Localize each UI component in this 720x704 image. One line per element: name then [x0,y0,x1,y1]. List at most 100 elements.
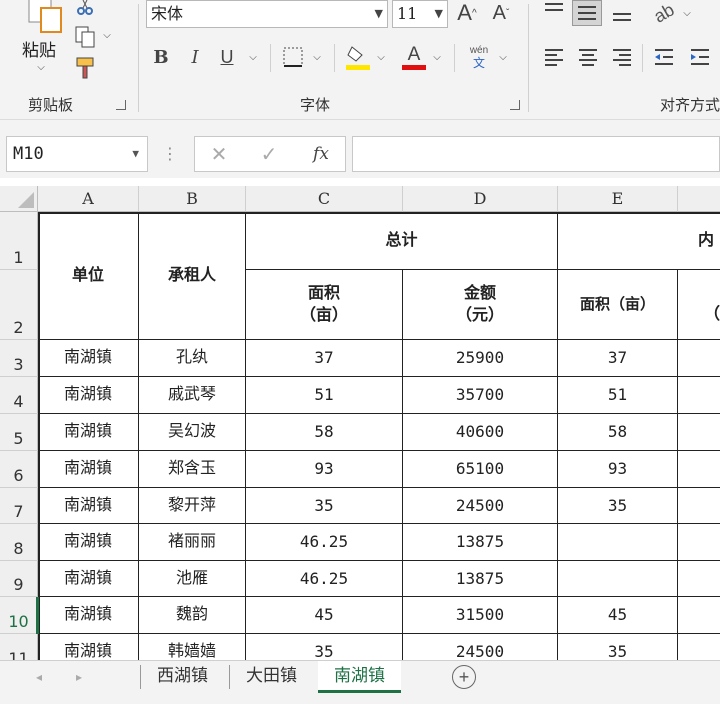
cell-amount[interactable]: 13875 [403,561,558,597]
cell-lessee[interactable]: 孔纨 [139,340,246,377]
header-amount[interactable]: 金额 （元） [403,270,558,340]
cell-area[interactable]: 35 [246,634,403,660]
chevron-down-icon[interactable]: ⌵ [310,50,324,64]
cell-area-e[interactable]: 58 [558,414,678,451]
row-header[interactable]: 5 [0,414,38,451]
cell-lessee[interactable]: 吴幻波 [139,414,246,451]
cell-area[interactable]: 35 [246,488,403,524]
cell-amount[interactable]: 24500 [403,488,558,524]
cell-area[interactable]: 46.25 [246,561,403,597]
cell-unit[interactable]: 南湖镇 [38,524,139,561]
header-area-e[interactable]: 面积（亩） [558,270,678,340]
cell-area-e[interactable]: 93 [558,451,678,488]
decrease-indent-icon[interactable] [650,44,678,70]
header-partial[interactable]: 内 [558,212,720,270]
align-center-icon[interactable] [574,44,602,70]
cell-unit[interactable]: 南湖镇 [38,561,139,597]
cell-amount[interactable]: 65100 [403,451,558,488]
cell-area[interactable]: 37 [246,340,403,377]
borders-icon[interactable] [280,44,306,70]
cell-area-e[interactable] [558,561,678,597]
font-color-icon[interactable]: A [400,42,428,72]
cell-area[interactable]: 51 [246,377,403,414]
fill-color-icon[interactable] [344,42,372,72]
insert-function-icon[interactable]: fx [307,141,335,167]
increase-indent-icon[interactable] [686,44,714,70]
italic-button[interactable]: I [184,44,206,70]
cell-area[interactable]: 58 [246,414,403,451]
column-header-d[interactable]: D [403,186,558,212]
increase-font-icon[interactable]: A ^ [454,0,480,26]
chevron-down-icon[interactable]: ⌵ [100,28,114,42]
cell-amount[interactable]: 35700 [403,377,558,414]
cell-unit[interactable]: 南湖镇 [38,414,139,451]
spreadsheet-grid[interactable]: A B C D E 1 2 3 4 5 6 7 8 9 10 11 单位 承租人… [0,186,720,660]
orientation-icon[interactable]: ab [645,0,682,31]
font-launcher-icon[interactable] [510,100,520,110]
cell-amount[interactable]: 24500 [403,634,558,660]
chevron-down-icon[interactable]: ⌵ [680,6,694,20]
phonetic-guide-icon[interactable]: wén 文 [464,42,494,72]
cell-area-e[interactable]: 37 [558,340,678,377]
cell-lessee[interactable]: 黎开萍 [139,488,246,524]
cell-area-e[interactable]: 51 [558,377,678,414]
row-header[interactable]: 3 [0,340,38,377]
cell-area[interactable]: 45 [246,597,403,634]
formula-input[interactable] [352,136,720,172]
tab-xihu[interactable]: 西湖镇 [141,661,224,691]
tab-nanhu[interactable]: 南湖镇 [318,661,401,693]
paste-icon[interactable] [22,0,66,34]
chevron-down-icon[interactable]: ▼ [132,137,139,171]
cell-f[interactable] [678,377,720,414]
cut-icon[interactable] [74,0,96,16]
cell-area-e[interactable]: 35 [558,634,678,660]
font-size-combo[interactable]: 11 ▼ [392,0,448,28]
cancel-icon[interactable]: ✕ [207,141,231,167]
cell-lessee[interactable]: 戚武琴 [139,377,246,414]
bold-button[interactable]: B [150,44,172,70]
cell-lessee[interactable]: 池雁 [139,561,246,597]
column-header-f[interactable] [678,186,720,212]
cell-lessee[interactable]: 魏韵 [139,597,246,634]
cell-f[interactable] [678,561,720,597]
format-painter-icon[interactable] [72,56,98,80]
cell-area-e[interactable]: 35 [558,488,678,524]
cell-area-e[interactable] [558,524,678,561]
cell-lessee[interactable]: 韩嫱嫱 [139,634,246,660]
align-bottom-icon[interactable] [608,0,636,26]
cell-area-e[interactable]: 45 [558,597,678,634]
column-header-a[interactable]: A [38,186,139,212]
cell-amount[interactable]: 31500 [403,597,558,634]
cell-amount[interactable]: 13875 [403,524,558,561]
row-header[interactable]: 4 [0,377,38,414]
row-header[interactable]: 2 [0,270,38,340]
cell-lessee[interactable]: 褚丽丽 [139,524,246,561]
tab-datian[interactable]: 大田镇 [230,661,313,691]
cell-unit[interactable]: 南湖镇 [38,634,139,660]
row-header[interactable]: 7 [0,488,38,524]
align-left-icon[interactable] [540,44,568,70]
decrease-font-icon[interactable]: Aˇ [488,0,514,26]
select-all-corner[interactable] [0,186,38,212]
cell-f[interactable] [678,340,720,377]
font-name-combo[interactable]: 宋体 ▼ [146,0,388,28]
cell-lessee[interactable]: 郑含玉 [139,451,246,488]
cell-f[interactable] [678,597,720,634]
name-box[interactable]: M10 ▼ [6,136,148,172]
column-header-e[interactable]: E [558,186,678,212]
chevron-down-icon[interactable]: ▼ [375,1,383,27]
paste-button[interactable]: 粘贴 [22,36,56,61]
cell-f[interactable] [678,451,720,488]
cell-unit[interactable]: 南湖镇 [38,451,139,488]
cell-unit[interactable]: 南湖镇 [38,377,139,414]
chevron-down-icon[interactable]: ⌵ [246,50,260,64]
column-header-c[interactable]: C [246,186,403,212]
more-options-icon[interactable]: ⋮ [162,144,178,164]
row-header[interactable]: 1 [0,212,38,270]
cell-f[interactable] [678,634,720,660]
header-lessee[interactable]: 承租人 [139,212,246,340]
cell-area[interactable]: 46.25 [246,524,403,561]
cell-amount[interactable]: 25900 [403,340,558,377]
header-area[interactable]: 面积 （亩） [246,270,403,340]
header-unit[interactable]: 单位 [38,212,139,340]
